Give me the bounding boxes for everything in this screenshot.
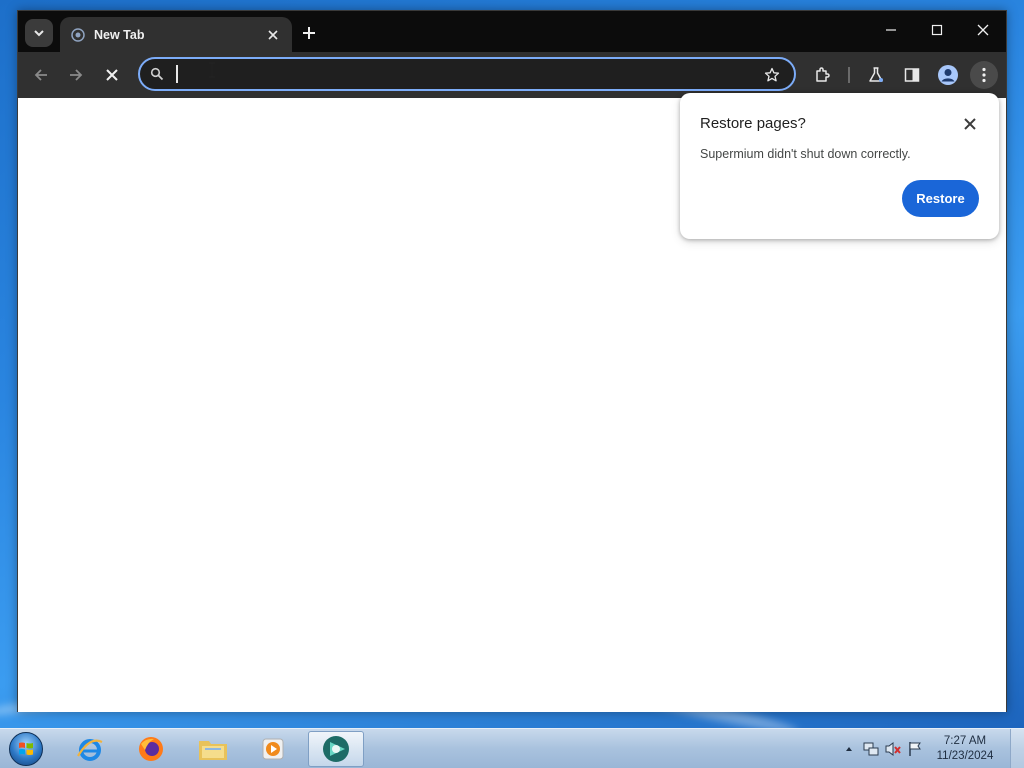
dialog-title: Restore pages? xyxy=(700,115,806,132)
show-hidden-icons-icon[interactable] xyxy=(838,738,860,760)
browser-toolbar xyxy=(18,52,1006,98)
chevron-down-icon xyxy=(34,30,44,37)
restore-pages-dialog: Restore pages? Supermium didn't shut dow… xyxy=(680,93,999,239)
start-button[interactable] xyxy=(6,730,46,768)
internet-explorer-icon[interactable] xyxy=(62,731,118,767)
close-window-button[interactable] xyxy=(960,11,1006,49)
window-controls xyxy=(868,11,1006,49)
address-bar[interactable] xyxy=(138,57,796,91)
forward-button[interactable] xyxy=(62,61,90,89)
maximize-icon xyxy=(931,24,943,36)
browser-menu-button[interactable] xyxy=(970,61,998,89)
arrow-right-icon xyxy=(70,69,83,81)
text-cursor-icon xyxy=(209,62,215,78)
action-center-flag-icon[interactable] xyxy=(904,738,926,760)
avatar-icon xyxy=(938,65,958,85)
text-caret xyxy=(176,65,178,83)
minimize-button[interactable] xyxy=(868,11,914,49)
tab-search-button[interactable] xyxy=(25,19,53,47)
restore-button[interactable]: Restore xyxy=(902,180,979,217)
taskbar: 7:27 AM 11/23/2024 xyxy=(0,728,1024,768)
kebab-menu-icon xyxy=(982,67,986,83)
windows-logo-icon xyxy=(9,732,43,766)
plus-icon xyxy=(303,27,315,39)
media-player-icon[interactable] xyxy=(245,731,301,767)
tab-close-icon[interactable] xyxy=(264,26,282,44)
toolbar-divider xyxy=(848,67,850,83)
volume-muted-icon[interactable] xyxy=(882,738,904,760)
show-desktop-button[interactable] xyxy=(1010,729,1024,768)
supermium-favicon-icon xyxy=(70,27,86,43)
file-explorer-icon[interactable] xyxy=(185,731,241,767)
puzzle-icon xyxy=(816,67,830,82)
firefox-icon[interactable] xyxy=(123,731,179,767)
flask-icon xyxy=(869,67,883,82)
close-icon xyxy=(106,69,118,81)
arrow-left-icon xyxy=(34,69,47,81)
maximize-button[interactable] xyxy=(914,11,960,49)
tab-title: New Tab xyxy=(94,27,145,42)
tab-new-tab[interactable]: New Tab xyxy=(60,17,292,52)
network-icon[interactable] xyxy=(860,738,882,760)
search-icon xyxy=(150,67,164,81)
supermium-icon[interactable] xyxy=(308,731,364,767)
new-tab-button[interactable] xyxy=(298,22,320,44)
clock-date: 11/23/2024 xyxy=(936,750,994,762)
system-tray: 7:27 AM 11/23/2024 xyxy=(838,729,1024,768)
close-icon xyxy=(977,24,989,36)
bookmark-star-icon[interactable] xyxy=(762,65,782,85)
title-bar: New Tab xyxy=(18,11,1006,52)
side-panel-icon xyxy=(904,68,920,82)
minimize-icon xyxy=(886,29,896,31)
side-panel-button[interactable] xyxy=(898,61,926,89)
dialog-message: Supermium didn't shut down correctly. xyxy=(700,147,911,161)
back-button[interactable] xyxy=(27,61,55,89)
clock[interactable]: 7:27 AM 11/23/2024 xyxy=(926,734,1004,764)
profile-button[interactable] xyxy=(934,61,962,89)
extensions-button[interactable] xyxy=(809,61,837,89)
address-input[interactable] xyxy=(174,64,744,84)
dialog-close-icon[interactable] xyxy=(961,115,979,133)
labs-button[interactable] xyxy=(862,61,890,89)
stop-loading-button[interactable] xyxy=(98,61,126,89)
clock-time: 7:27 AM xyxy=(943,735,987,747)
